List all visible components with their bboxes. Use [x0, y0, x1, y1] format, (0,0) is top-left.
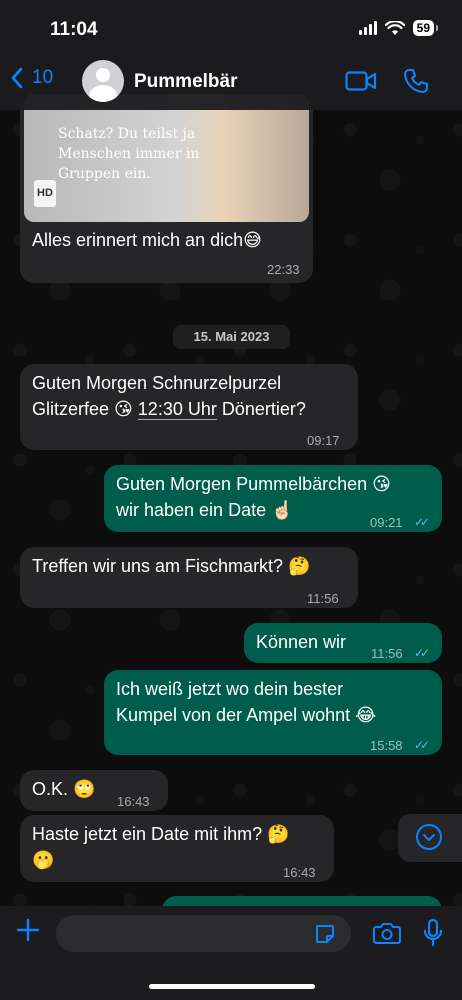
home-indicator — [149, 984, 315, 989]
video-call-icon[interactable] — [345, 70, 377, 92]
message-text: Alles erinnert mich an dich😅 — [32, 230, 262, 250]
message-time: 16:43 — [117, 794, 150, 809]
message-incoming[interactable]: Guten Morgen Schnurzelpurzel Glitzerfee … — [20, 364, 358, 450]
video-thumbnail[interactable]: Schatz? Du teilst ja Menschen immer in G… — [24, 94, 309, 222]
avatar[interactable] — [82, 60, 124, 102]
message-text-line2: wir haben ein Date ☝🏻 — [116, 500, 294, 520]
time-link[interactable]: 12:30 Uhr — [137, 399, 217, 420]
message-time: 22:33 — [267, 262, 300, 277]
microphone-icon[interactable] — [423, 918, 443, 948]
wifi-icon — [384, 20, 405, 35]
message-outgoing[interactable]: Können wir 11:56 ✓✓ — [244, 623, 442, 663]
message-text: O.K. 🙄 — [32, 779, 96, 799]
message-text: Ich weiß jetzt wo dein bester — [116, 679, 344, 699]
back-chevron-icon — [11, 67, 23, 89]
message-text-line2: Glitzerfee 😘 12:30 Uhr Dönertier? — [32, 399, 306, 420]
message-text: Guten Morgen Pummelbärchen 😘 — [116, 474, 391, 494]
media-message[interactable]: Schatz? Du teilst ja Menschen immer in G… — [20, 90, 313, 283]
message-outgoing[interactable]: Guten Morgen Pummelbärchen 😘 wir haben e… — [104, 465, 442, 532]
message-time: 11:56 — [371, 646, 403, 661]
message-time: 09:17 — [307, 433, 340, 448]
message-text: Guten Morgen Schnurzelpurzel — [32, 373, 282, 393]
message-time: 15:58 — [370, 738, 403, 753]
video-caption: Schatz? Du teilst ja Menschen immer in G… — [58, 126, 200, 182]
scroll-down-icon — [416, 824, 442, 850]
message-incoming[interactable]: Haste jetzt ein Date mit ihm? 🤔 🫢 16:43 — [20, 815, 334, 882]
back-button[interactable]: 10 — [10, 66, 53, 90]
phone-icon[interactable] — [403, 68, 429, 94]
cellular-signal-icon — [358, 21, 377, 35]
message-time: 11:56 — [307, 591, 339, 606]
message-outgoing[interactable]: Ich weiß jetzt wo dein bester Kumpel von… — [104, 670, 442, 755]
message-text-line2: 🫢 — [32, 850, 55, 870]
battery-indicator: 59 — [412, 20, 439, 36]
unread-count: 10 — [32, 67, 54, 88]
chat-header: 11:04 59 10 Pummelbär — [0, 0, 462, 110]
read-ticks-icon: ✓✓ — [414, 646, 430, 660]
message-text: Haste jetzt ein Date mit ihm? 🤔 — [32, 824, 290, 844]
message-text: Treffen wir uns am Fischmarkt? 🤔 — [32, 556, 311, 576]
message-text: Können wir — [256, 632, 347, 652]
message-time: 16:43 — [283, 865, 316, 880]
status-time: 11:04 — [50, 19, 98, 40]
status-icons: 59 — [358, 20, 439, 36]
date-divider: 15. Mai 2023 — [173, 325, 290, 349]
message-text-line2: Kumpel von der Ampel wohnt 😂 — [116, 705, 377, 725]
plus-icon[interactable] — [16, 918, 40, 942]
message-incoming[interactable]: Treffen wir uns am Fischmarkt? 🤔 11:56 — [20, 547, 358, 608]
read-ticks-icon: ✓✓ — [414, 515, 430, 529]
message-incoming[interactable]: O.K. 🙄 16:43 — [20, 770, 168, 811]
message-time: 09:21 — [370, 515, 403, 530]
sticker-icon[interactable] — [315, 924, 335, 944]
read-ticks-icon: ✓✓ — [414, 738, 430, 752]
camera-icon[interactable] — [373, 921, 401, 945]
message-input[interactable] — [56, 915, 351, 952]
contact-name[interactable]: Pummelbär — [134, 71, 237, 93]
hd-badge: HD — [34, 180, 56, 207]
scroll-down-button[interactable] — [398, 814, 462, 862]
